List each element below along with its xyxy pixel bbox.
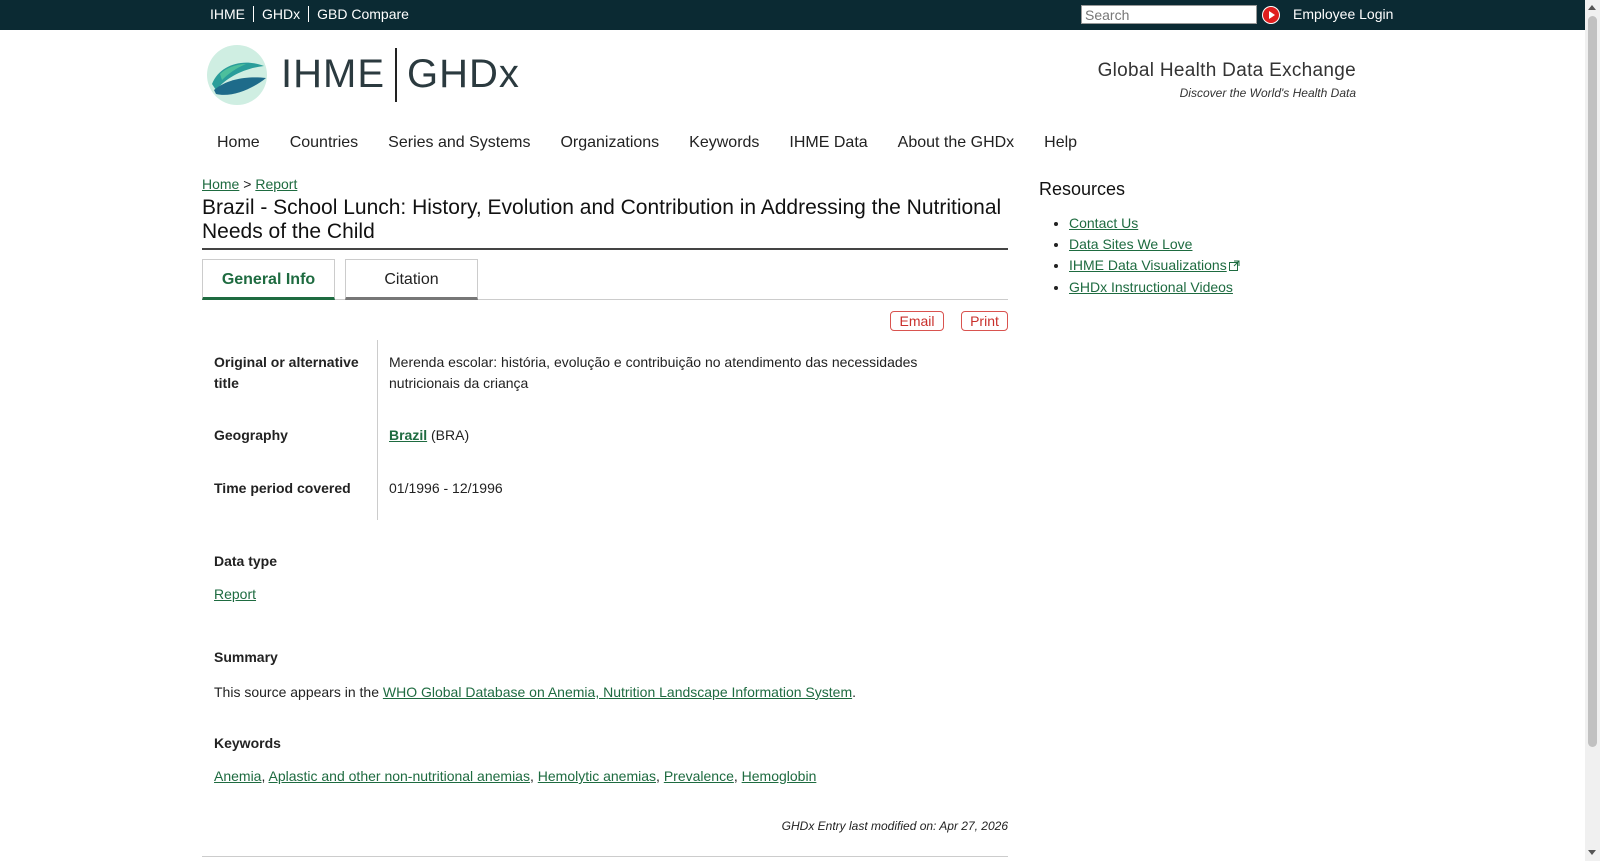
keyword-link[interactable]: Aplastic and other non-nutritional anemi… [268,768,530,784]
resource-item: Data Sites We Love [1069,234,1240,255]
summary-text-after: . [852,684,856,700]
info-divider [377,340,378,520]
search-input[interactable] [1081,5,1257,24]
nav-series-and-systems[interactable]: Series and Systems [388,133,530,153]
nav-countries[interactable]: Countries [290,133,358,153]
top-bar: IHME GHDx GBD Compare Employee Login [0,0,1600,30]
breadcrumb-report[interactable]: Report [255,176,297,192]
scroll-down-arrow-icon[interactable] [1588,850,1596,855]
page-scrollbar[interactable] [1585,0,1600,861]
nav-help[interactable]: Help [1044,133,1077,153]
nav-organizations[interactable]: Organizations [560,133,659,153]
email-button[interactable]: Email [890,311,944,331]
print-button[interactable]: Print [961,311,1008,331]
time-period-label: Time period covered [214,480,351,496]
tab-general-info[interactable]: General Info [202,259,335,300]
logo-text-ghdx: GHDx [407,52,520,96]
data-type-link-report[interactable]: Report [214,586,256,602]
scrollbar-thumb[interactable] [1588,16,1597,747]
keyword-link[interactable]: Prevalence [664,768,734,784]
nav-keywords[interactable]: Keywords [689,133,759,153]
resource-link-contact-us[interactable]: Contact Us [1069,215,1138,231]
search-submit-button[interactable] [1262,6,1280,24]
summary-source-link[interactable]: WHO Global Database on Anemia, Nutrition… [383,684,852,700]
geography-value: Brazil (BRA) [389,425,949,446]
geography-code: (BRA) [431,427,470,443]
keyword-separator: , [656,768,664,784]
resource-link-ihme-visualizations[interactable]: IHME Data Visualizations [1069,257,1227,273]
page-title: Brazil - School Lunch: History, Evolutio… [202,196,1008,250]
time-period-value: 01/1996 - 12/1996 [389,480,503,496]
last-modified-text: GHDx Entry last modified on: Apr 27, 202… [781,819,1008,833]
top-link-gbd-compare[interactable]: GBD Compare [308,6,417,22]
keyword-separator: , [529,768,538,784]
keywords-heading: Keywords [214,735,281,751]
employee-login-link[interactable]: Employee Login [1293,6,1393,22]
nav-home[interactable]: Home [217,133,260,153]
resource-item: IHME Data Visualizations [1069,255,1240,277]
tagline-subtitle: Discover the World's Health Data [1179,86,1356,100]
keyword-link[interactable]: Anemia [214,768,261,784]
summary-text-before: This source appears in the [214,684,383,700]
summary-heading: Summary [214,649,278,665]
top-links: IHME GHDx GBD Compare [202,6,417,22]
breadcrumb-separator: > [243,176,252,192]
top-link-ihme[interactable]: IHME [202,6,253,22]
top-link-ghdx[interactable]: GHDx [253,6,308,22]
main-nav: Home Countries Series and Systems Organi… [202,133,1092,153]
site-tagline: Global Health Data Exchange Discover the… [1098,60,1356,100]
scroll-up-arrow-icon[interactable] [1588,5,1596,10]
resource-link-instructional-videos[interactable]: GHDx Instructional Videos [1069,279,1233,295]
nav-ihme-data[interactable]: IHME Data [789,133,867,153]
geography-label: Geography [214,427,288,443]
original-title-label: Original or alternative title [214,354,359,391]
nav-about-ghdx[interactable]: About the GHDx [898,133,1015,153]
logo-text-ihme: IHME [281,52,385,96]
keyword-link[interactable]: Hemolytic anemias [538,768,656,784]
breadcrumb-home[interactable]: Home [202,176,239,192]
keyword-separator: , [733,768,742,784]
tab-citation[interactable]: Citation [345,259,478,300]
external-link-icon [1228,256,1240,277]
resource-item: GHDx Instructional Videos [1069,277,1240,298]
data-type-heading: Data type [214,553,278,569]
geography-link-brazil[interactable]: Brazil [389,427,427,443]
tab-bar: General Info Citation [202,259,1008,300]
resource-link-data-sites[interactable]: Data Sites We Love [1069,236,1192,252]
data-type-value: Report [214,586,1004,602]
ihme-ghdx-logo[interactable]: IHME GHDx [206,44,526,105]
resource-item: Contact Us [1069,213,1240,234]
content-bottom-divider [202,856,1008,857]
resources-title: Resources [1039,179,1126,199]
resources-list: Contact Us Data Sites We Love IHME Data … [1069,213,1240,298]
original-title-value: Merenda escolar: história, evolução e co… [389,354,918,391]
tagline-title: Global Health Data Exchange [1097,60,1356,81]
keywords-list: Anemia, Aplastic and other non-nutrition… [214,768,1004,784]
breadcrumb: Home > Report [202,176,297,192]
keyword-link[interactable]: Hemoglobin [742,768,817,784]
play-arrow-icon [1263,7,1279,23]
summary-text: This source appears in the WHO Global Da… [214,684,1004,700]
